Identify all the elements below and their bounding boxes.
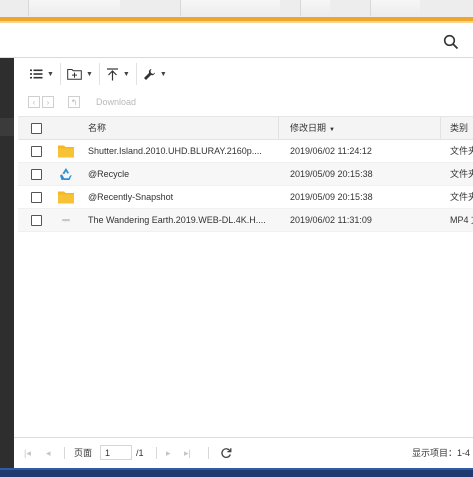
last-page-icon[interactable]: ▸| <box>184 438 191 468</box>
refresh-icon[interactable] <box>220 447 232 459</box>
sidebar-highlight <box>0 118 14 136</box>
file-name: Shutter.Island.2010.UHD.BLURAY.2160p.... <box>88 146 262 156</box>
column-type-header[interactable]: 类别 <box>450 117 468 139</box>
divider <box>208 447 209 459</box>
page-total: /1 <box>136 448 144 458</box>
app-header <box>0 23 473 58</box>
view-mode-button[interactable]: ▼ <box>24 63 61 85</box>
back-button[interactable]: ‹ <box>28 96 40 108</box>
upload-button[interactable]: ▼ <box>100 63 137 85</box>
toolbar: ▼ ▼ ▼ ▼ <box>24 62 173 86</box>
folder-icon <box>58 191 74 204</box>
chevron-down-icon: ▼ <box>85 70 93 78</box>
video-file-icon <box>62 219 70 222</box>
navigation-row: ‹ › ↰ Download <box>28 95 136 109</box>
file-modified: 2019/05/09 20:15:38 <box>290 192 373 202</box>
tools-button[interactable]: ▼ <box>137 63 173 85</box>
file-name: @Recycle <box>88 169 130 179</box>
row-checkbox[interactable] <box>31 215 42 226</box>
first-page-icon[interactable]: |◂ <box>24 438 31 468</box>
divider <box>156 447 157 459</box>
parent-folder-button[interactable]: ↰ <box>68 96 80 108</box>
file-type: 文件夹 <box>450 169 473 179</box>
download-button[interactable]: Download <box>96 97 136 107</box>
column-modified-header[interactable]: 修改日期 ▼ <box>290 117 335 139</box>
prev-page-icon[interactable]: ◂ <box>46 438 51 468</box>
search-icon[interactable] <box>443 34 459 50</box>
file-name: The Wandering Earth.2019.WEB-DL.4K.H.... <box>88 215 266 225</box>
forward-button[interactable]: › <box>42 96 54 108</box>
new-folder-button[interactable]: ▼ <box>61 63 100 85</box>
file-modified: 2019/06/02 11:31:09 <box>290 215 372 225</box>
taskbar <box>0 468 473 477</box>
file-type: 文件夹 <box>450 146 473 156</box>
row-checkbox[interactable] <box>31 192 42 203</box>
table-row[interactable]: @Recycle 2019/05/09 20:15:38 文件夹 <box>18 163 473 186</box>
file-modified: 2019/05/09 20:15:38 <box>290 169 373 179</box>
return-icon: ↰ <box>70 97 78 107</box>
list-icon <box>30 69 43 79</box>
page-label: 页面 <box>74 448 93 458</box>
divider <box>64 447 65 459</box>
row-checkbox[interactable] <box>31 146 42 157</box>
select-all-checkbox[interactable] <box>31 123 42 134</box>
table-row[interactable]: @Recently-Snapshot 2019/05/09 20:15:38 文… <box>18 186 473 209</box>
file-type: 文件夹 <box>450 192 473 202</box>
file-name: @Recently-Snapshot <box>88 192 174 202</box>
pagination-bar: |◂ ◂ 页面 1 /1 ▸ ▸| 显示项目：1-4 <box>14 437 473 468</box>
chevron-down-icon: ▼ <box>47 70 54 78</box>
column-divider <box>278 117 279 139</box>
file-panel: ▼ ▼ ▼ ▼ ‹ › ↰ Download 名称 修改日期 ▼ 类别 Shut… <box>14 58 473 468</box>
items-summary: 显示项目：1-4 <box>412 448 471 458</box>
chevron-left-icon: ‹ <box>32 97 36 107</box>
table-row[interactable]: The Wandering Earth.2019.WEB-DL.4K.H....… <box>18 209 473 232</box>
row-checkbox[interactable] <box>31 169 42 180</box>
column-name-header[interactable]: 名称 <box>88 117 106 139</box>
wrench-icon <box>143 68 155 80</box>
folder-plus-icon <box>67 69 82 80</box>
upload-icon <box>106 67 118 80</box>
chevron-down-icon: ▼ <box>159 70 167 78</box>
table-header: 名称 修改日期 ▼ 类别 <box>18 116 473 140</box>
recycle-icon <box>60 168 72 180</box>
sidebar <box>0 58 14 468</box>
next-page-icon[interactable]: ▸ <box>166 438 171 468</box>
chevron-right-icon: › <box>46 97 50 107</box>
column-modified-label: 修改日期 <box>290 123 327 133</box>
column-divider <box>440 117 441 139</box>
file-table: 名称 修改日期 ▼ 类别 Shutter.Island.2010.UHD.BLUR… <box>18 116 473 232</box>
page-input[interactable]: 1 <box>100 445 132 460</box>
taskbar-glow <box>0 468 473 470</box>
folder-icon <box>58 145 74 158</box>
file-type: MP4 文 <box>450 215 473 225</box>
chevron-down-icon: ▼ <box>122 70 130 78</box>
sort-desc-icon: ▼ <box>329 127 335 133</box>
file-modified: 2019/06/02 11:24:12 <box>290 146 372 156</box>
table-row[interactable]: Shutter.Island.2010.UHD.BLURAY.2160p....… <box>18 140 473 163</box>
